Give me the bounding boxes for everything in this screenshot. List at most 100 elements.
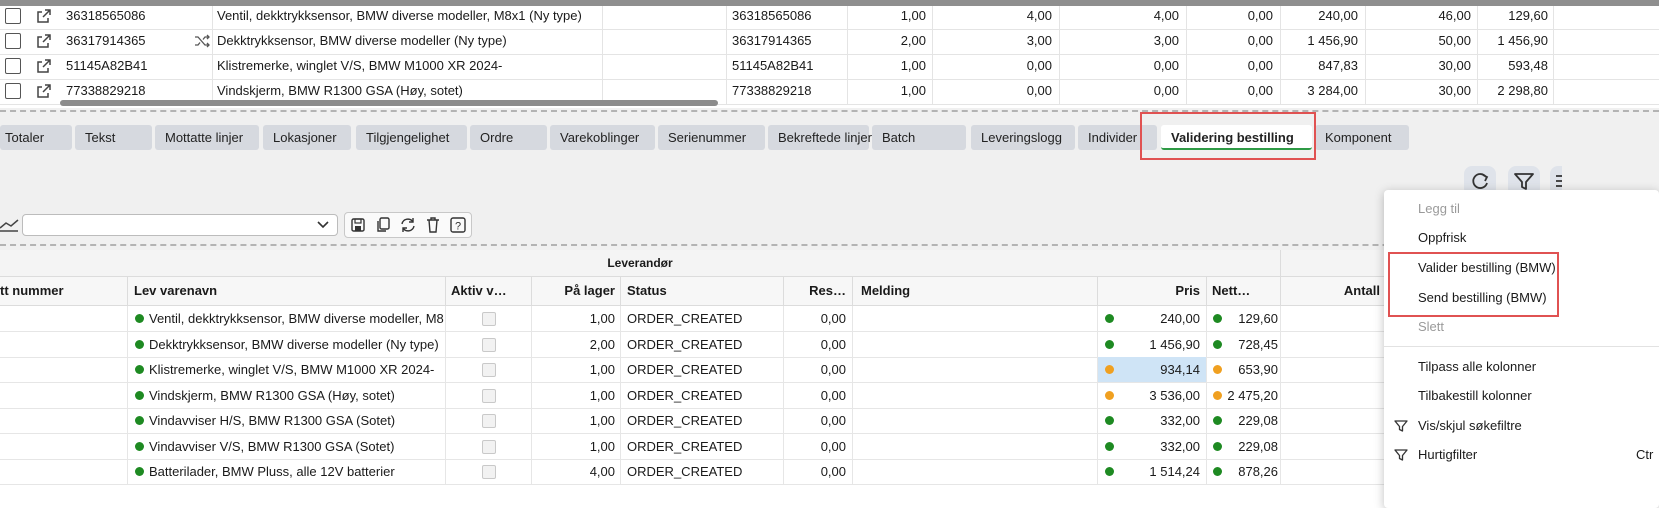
- column-divider: [852, 382, 853, 408]
- tab-label: Tilgjengelighet: [366, 130, 450, 145]
- column-divider: [852, 357, 853, 382]
- menu-item-vis-skjul-s-kefiltre[interactable]: Vis/skjul søkefiltre: [1418, 415, 1522, 437]
- tab-label: Leveringslogg: [981, 130, 1062, 145]
- status-dot: [1105, 467, 1114, 476]
- save-button[interactable]: [347, 214, 369, 236]
- cell-pct: 50,00: [1438, 33, 1471, 48]
- cell-status: ORDER_CREATED: [627, 362, 743, 377]
- cell-lev-varenavn: Vindskjerm, BMW R1300 GSA (Høy, sotet): [149, 387, 395, 403]
- column-divider: [1206, 331, 1207, 357]
- tab-tilgjengelighet[interactable]: Tilgjengelighet: [356, 125, 467, 150]
- open-external-icon[interactable]: [36, 58, 52, 74]
- table-row[interactable]: 36318565086 Ventil, dekktrykksensor, BMW …: [0, 6, 1659, 30]
- open-external-icon[interactable]: [36, 8, 52, 24]
- layout-select[interactable]: [22, 214, 338, 236]
- column-header[interactable]: Status: [627, 277, 777, 305]
- checkbox-icon[interactable]: [5, 83, 21, 99]
- cell-vendor-item: 77338829218: [732, 83, 812, 98]
- column-header[interactable]: Pris: [1102, 277, 1200, 305]
- open-external-icon[interactable]: [36, 33, 52, 49]
- tab-varekoblinger[interactable]: Varekoblinger: [550, 125, 655, 150]
- column-divider: [127, 306, 128, 331]
- column-divider: [726, 79, 727, 104]
- cell-pa-lager: 1,00: [589, 438, 615, 454]
- shuffle-icon[interactable]: [194, 34, 210, 48]
- column-divider: [1365, 29, 1366, 54]
- column-divider: [852, 277, 853, 305]
- tab-tekst[interactable]: Tekst: [75, 125, 152, 150]
- column-divider: [1059, 29, 1060, 54]
- column-divider: [1280, 331, 1281, 357]
- column-divider: [127, 433, 128, 459]
- open-external-icon[interactable]: [36, 83, 52, 99]
- column-divider: [445, 357, 446, 382]
- column-header[interactable]: På lager: [535, 277, 615, 305]
- reload-button[interactable]: [397, 214, 419, 236]
- table-row[interactable]: 51145A82B41 Klistremerke, winglet V/S, BM…: [0, 54, 1659, 80]
- cell-q3: 3,00: [1153, 33, 1179, 48]
- column-header[interactable]: Nett…: [1212, 277, 1276, 305]
- tab-lokasjoner[interactable]: Lokasjoner: [263, 125, 351, 150]
- menu-item-oppfrisk[interactable]: Oppfrisk: [1418, 227, 1466, 249]
- column-divider: [726, 54, 727, 79]
- column-divider: [1477, 6, 1478, 29]
- column-header[interactable]: Lev varenavn: [134, 277, 440, 305]
- tab-ordre[interactable]: Ordre: [470, 125, 547, 150]
- column-divider: [1097, 433, 1098, 459]
- cell-pct: 30,00: [1438, 58, 1471, 73]
- cell-lev-varenavn: Klistremerke, winglet V/S, BMW M1000 XR …: [149, 362, 435, 377]
- column-header[interactable]: Res…: [788, 277, 846, 305]
- status-dot: [1105, 441, 1114, 451]
- column-header[interactable]: tt nummer: [0, 277, 124, 305]
- cell-status: ORDER_CREATED: [627, 438, 743, 454]
- tab-label: Ordre: [480, 130, 514, 145]
- table-row[interactable]: 36317914365 Dekktrykksensor, BMW diverse …: [0, 29, 1659, 55]
- column-divider: [1206, 306, 1207, 331]
- menu-item-tilbakestill-kolonner[interactable]: Tilbakestill kolonner: [1418, 385, 1532, 407]
- cell-lev-varenavn: Batterilader, BMW Pluss, alle 12V batter…: [149, 464, 395, 479]
- cell-pris: 332,00: [1160, 413, 1200, 428]
- column-divider: [1477, 79, 1478, 104]
- delete-button[interactable]: [422, 214, 444, 236]
- column-divider: [1553, 29, 1554, 54]
- cell-q2: 4,00: [1026, 8, 1052, 23]
- menu-item-hurtigfilter[interactable]: Hurtigfilter: [1418, 444, 1477, 466]
- svg-text:?: ?: [455, 221, 461, 233]
- menu-item-tilpass-alle-kolonner[interactable]: Tilpass alle kolonner: [1418, 356, 1536, 378]
- tab-bekreftede-linjer[interactable]: Bekreftede linjer: [768, 125, 872, 150]
- checkbox-icon[interactable]: [5, 8, 21, 24]
- column-header[interactable]: Aktiv v…: [451, 277, 527, 305]
- checkbox-icon[interactable]: [5, 58, 21, 74]
- tab-leveringslogg[interactable]: Leveringslogg: [971, 125, 1075, 150]
- column-divider: [783, 331, 784, 357]
- column-divider: [852, 331, 853, 357]
- checkbox-icon[interactable]: [5, 33, 21, 49]
- chevron-down-icon: [317, 221, 329, 229]
- order-lines-table: 36318565086 Ventil, dekktrykksensor, BMW …: [0, 6, 1659, 108]
- column-divider: [445, 277, 446, 305]
- column-divider: [620, 459, 621, 484]
- copy-button[interactable]: [372, 214, 394, 236]
- help-button[interactable]: ?: [447, 214, 469, 236]
- tab-totaler[interactable]: Totaler: [0, 125, 72, 150]
- tab-komponent[interactable]: Komponent: [1315, 125, 1409, 150]
- column-divider: [1280, 54, 1281, 79]
- cell-price: 3 284,00: [1307, 83, 1358, 98]
- cell-net: 593,48: [1508, 58, 1548, 73]
- splitter[interactable]: [0, 110, 1659, 112]
- column-header[interactable]: Melding: [861, 277, 1091, 305]
- status-dot: [1213, 314, 1222, 323]
- tab-serienummer[interactable]: Serienummer: [658, 125, 765, 150]
- cell-q1: 1,00: [900, 83, 926, 98]
- column-divider: [127, 382, 128, 408]
- cell-status: ORDER_CREATED: [627, 387, 743, 403]
- cell-item: 51145A82B41: [66, 58, 148, 73]
- horizontal-scrollbar[interactable]: [60, 100, 718, 106]
- shortcut-label: Ctr: [1636, 447, 1654, 462]
- status-dot: [1213, 441, 1222, 451]
- cell-q4: 0,00: [1247, 58, 1273, 73]
- tab-batch[interactable]: Batch: [872, 125, 966, 150]
- delete-icon: [427, 217, 439, 233]
- tab-mottatte-linjer[interactable]: Mottatte linjer: [155, 125, 259, 150]
- column-header[interactable]: Antall: [1286, 277, 1380, 305]
